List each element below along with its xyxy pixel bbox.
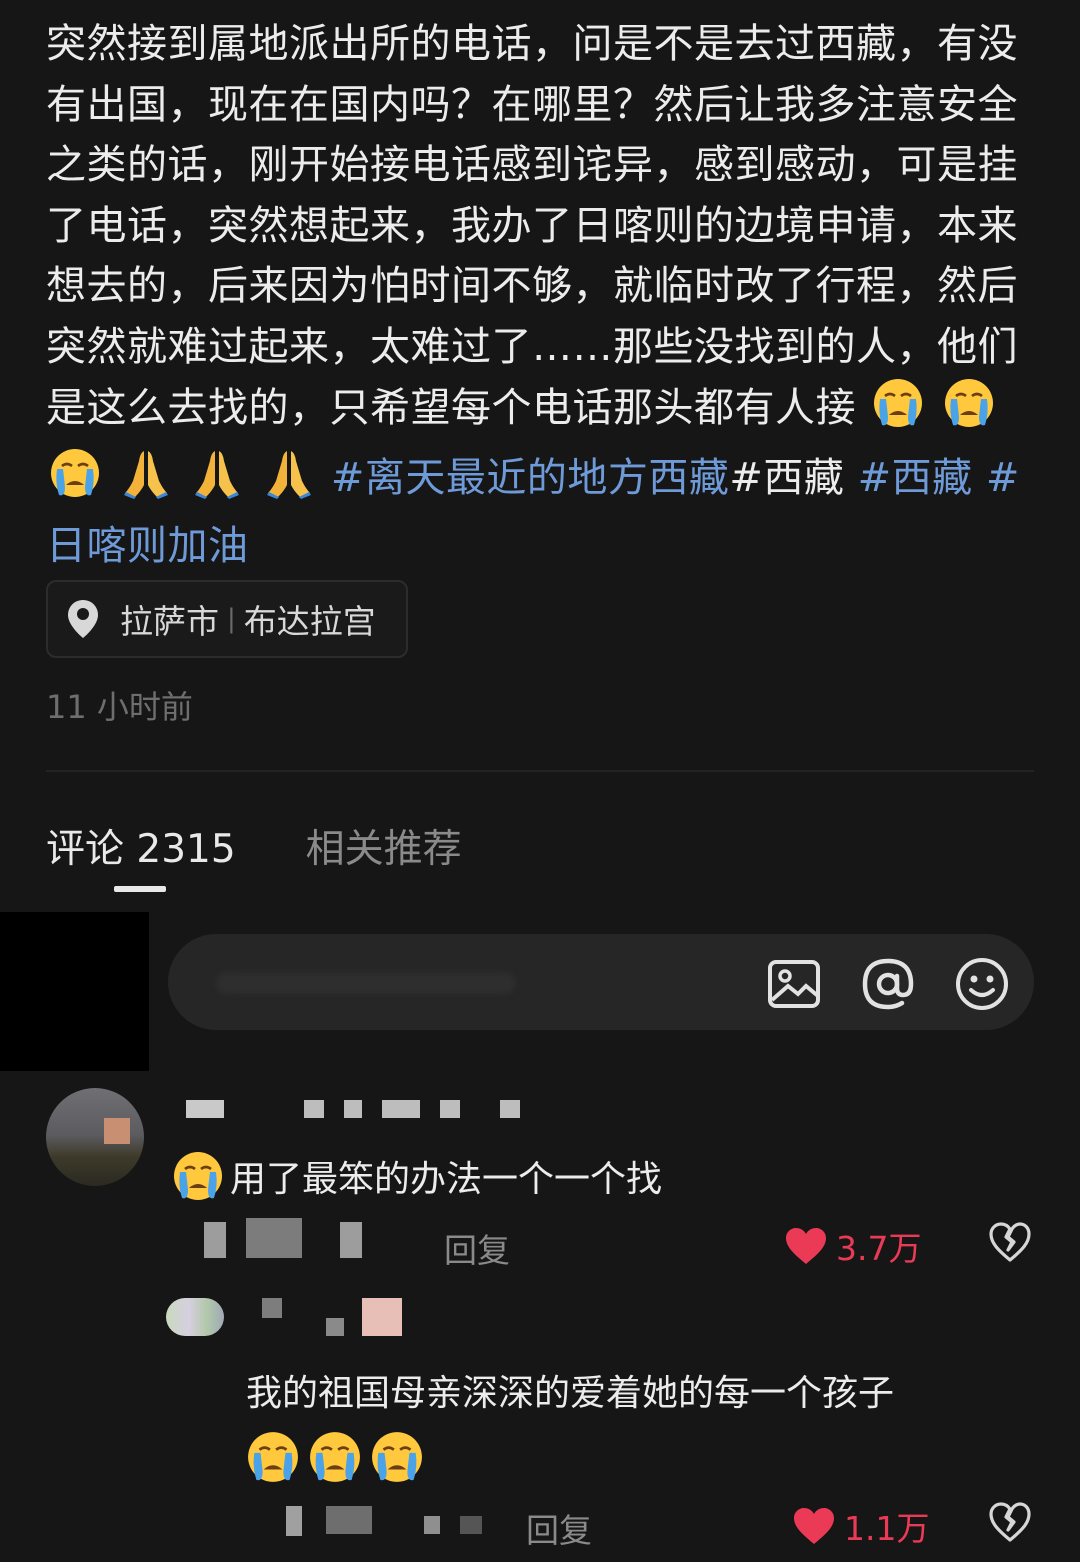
location-tag[interactable]: 拉萨市 | 布达拉宫: [46, 580, 408, 658]
comment-input[interactable]: [168, 934, 1034, 1030]
crying-face-icon: [370, 1430, 424, 1484]
divider: [46, 770, 1034, 772]
location-separator: |: [227, 604, 236, 634]
location-pin-icon: [68, 600, 98, 638]
reply-avatar[interactable]: [166, 1298, 224, 1336]
active-tab-indicator: [114, 886, 166, 892]
praying-hands-icon: [263, 447, 315, 517]
heart-icon: [786, 1228, 826, 1264]
reply-button[interactable]: 回复: [444, 1224, 510, 1272]
crying-face-icon: [943, 377, 995, 447]
crying-face-icon: [246, 1430, 300, 1484]
reply-button[interactable]: 回复: [526, 1504, 592, 1552]
broken-heart-icon[interactable]: [988, 1500, 1032, 1544]
comment-text: 用了最笨的办法一个一个找: [172, 1150, 662, 1202]
hashtag-link[interactable]: #离天最近的地方西藏: [331, 455, 730, 501]
plain-hashtag: #西藏: [729, 454, 845, 501]
like-button[interactable]: 3.7万: [784, 1222, 921, 1270]
broken-heart-icon[interactable]: [988, 1220, 1032, 1264]
location-city: 拉萨市: [120, 602, 219, 641]
hashtag-link[interactable]: #西藏: [858, 455, 973, 501]
praying-hands-icon: [191, 447, 243, 517]
emoji-icon[interactable]: [954, 956, 1010, 1012]
blurred-placeholder: [216, 972, 516, 994]
crying-face-icon: [172, 1150, 224, 1202]
comment-text: 我的祖国母亲深深的爱着她的每一个孩子: [246, 1373, 895, 1414]
comment-body: 用了最笨的办法一个一个找: [230, 1159, 663, 1200]
redaction-block: [0, 912, 149, 1071]
crying-face-icon: [872, 377, 924, 447]
post-timestamp: 11 小时前: [46, 688, 193, 726]
post-text: 突然接到属地派出所的电话，问是不是去过西藏，有没有出国，现在在国内吗？在哪里？然…: [46, 14, 1036, 577]
location-place: 布达拉宫: [243, 602, 376, 641]
crying-face-icon: [49, 447, 101, 517]
tab-related[interactable]: 相关推荐: [306, 818, 462, 874]
crying-face-icon: [308, 1430, 362, 1484]
avatar[interactable]: [46, 1088, 144, 1186]
heart-icon: [794, 1508, 834, 1544]
tab-comments[interactable]: 评论 2315: [46, 818, 236, 874]
like-button[interactable]: 1.1万: [792, 1502, 929, 1550]
post-body: 突然接到属地派出所的电话，问是不是去过西藏，有没有出国，现在在国内吗？在哪里？然…: [46, 21, 1018, 431]
comment-emojis: [246, 1430, 424, 1484]
at-icon[interactable]: [860, 956, 916, 1012]
like-count: 1.1万: [844, 1509, 930, 1548]
tab-bar: 评论 2315 相关推荐: [46, 818, 462, 874]
like-count: 3.7万: [836, 1229, 922, 1268]
image-icon[interactable]: [766, 956, 822, 1012]
praying-hands-icon: [120, 447, 172, 517]
